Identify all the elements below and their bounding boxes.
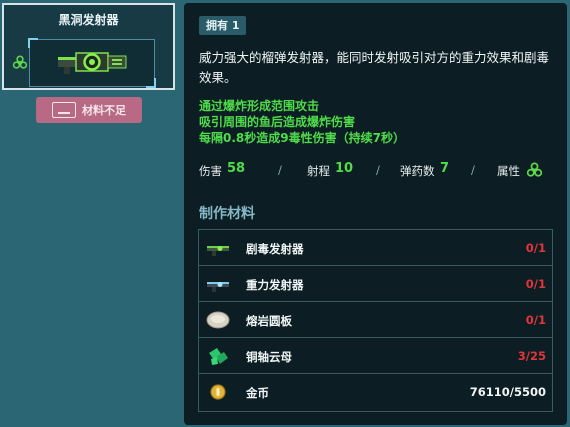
- detail-panel: 拥有 1 威力强大的榴弹发射器，能同时发射吸引对方的重力效果和剧毒效果。 通过爆…: [184, 3, 567, 425]
- material-count: 3/25: [517, 349, 546, 363]
- black-hole-launcher-icon: [58, 52, 127, 74]
- lava-disc-icon: [206, 311, 230, 329]
- materials-title: 制作材料: [199, 206, 255, 222]
- material-count: 0/1: [525, 313, 546, 327]
- ammo-label: 弹药数: [400, 164, 435, 178]
- gold-coin-icon: [210, 384, 226, 400]
- effect-item: 吸引周围的鱼后造成爆炸伤害: [199, 115, 356, 129]
- material-name: 剧毒发射器: [246, 242, 304, 256]
- material-row-gold[interactable]: 金币 76110/5500: [199, 374, 552, 410]
- material-name: 重力发射器: [246, 278, 304, 292]
- gravity-launcher-icon: [207, 282, 229, 292]
- stats-row: 伤害 58 / 射程 10 / 弹药数 7 / 属性: [199, 161, 554, 181]
- material-name: 铜轴云母: [246, 350, 292, 364]
- toxic-launcher-icon: [207, 246, 229, 256]
- damage-value: 58: [227, 161, 246, 176]
- attribute-label: 属性: [497, 164, 520, 178]
- craft-icon: [52, 102, 76, 118]
- range-value: 10: [335, 161, 354, 176]
- separator: /: [278, 163, 282, 177]
- ammo-value: 7: [440, 161, 450, 176]
- effect-item: 通过爆炸形成范围攻击: [199, 99, 320, 113]
- insufficient-materials-button[interactable]: 材料不足: [36, 97, 142, 123]
- separator: /: [471, 163, 475, 177]
- owned-badge: 拥有 1: [199, 16, 247, 35]
- material-count: 0/1: [525, 241, 546, 255]
- material-row-toxic-launcher[interactable]: 剧毒发射器 0/1: [199, 230, 552, 266]
- weapon-card[interactable]: 黑洞发射器: [2, 3, 175, 90]
- materials-list: 剧毒发射器 0/1 重力发射器 0/1 熔岩圆板 0/1 铜轴云母 3/25 金…: [198, 229, 553, 412]
- weapon-name: 黑洞发射器: [58, 13, 119, 27]
- weapon-description: 威力强大的榴弹发射器，能同时发射吸引对方的重力效果和剧毒效果。: [199, 50, 550, 85]
- effects-list: 通过爆炸形成范围攻击 吸引周围的鱼后造成爆炸伤害 每隔0.8秒造成9毒性伤害（持…: [199, 98, 405, 146]
- mica-crystal-icon: [209, 348, 228, 365]
- separator: /: [376, 163, 380, 177]
- material-name: 金币: [246, 386, 269, 400]
- material-row-mica[interactable]: 铜轴云母 3/25: [199, 338, 552, 374]
- material-row-gravity-launcher[interactable]: 重力发射器 0/1: [199, 266, 552, 302]
- biohazard-icon: [12, 55, 28, 69]
- material-count: 76110/5500: [469, 385, 546, 399]
- material-name: 熔岩圆板: [246, 314, 292, 328]
- damage-label: 伤害: [199, 164, 222, 178]
- biohazard-icon: [526, 162, 543, 177]
- material-count: 0/1: [525, 277, 546, 291]
- material-row-lava-disc[interactable]: 熔岩圆板 0/1: [199, 302, 552, 338]
- effect-item: 每隔0.8秒造成9毒性伤害（持续7秒）: [199, 131, 405, 145]
- range-label: 射程: [307, 164, 330, 178]
- insufficient-label: 材料不足: [82, 104, 126, 117]
